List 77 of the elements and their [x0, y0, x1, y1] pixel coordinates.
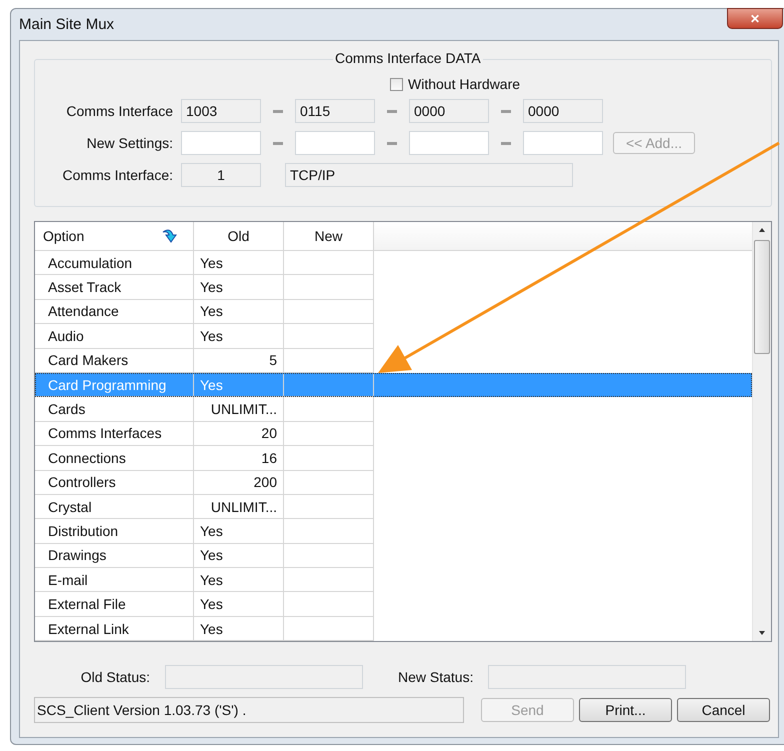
readonly-field: 0000 — [409, 99, 489, 123]
table-row[interactable]: External Link Yes — [35, 616, 752, 641]
scrollbar[interactable] — [752, 222, 771, 641]
table-row[interactable]: Crystal UNLIMIT... — [35, 494, 752, 520]
table-cell: 16 — [194, 446, 284, 471]
table-row[interactable]: Attendance Yes — [35, 300, 752, 324]
table-cell: Yes — [194, 324, 284, 349]
group-title: Comms Interface DATA — [333, 50, 483, 66]
table-row[interactable]: External File Yes — [35, 592, 752, 617]
table-cell: Comms Interfaces — [35, 422, 194, 446]
input-field[interactable] — [181, 131, 261, 155]
column-header[interactable]: Old — [194, 222, 284, 251]
table-cell: Card Programming — [35, 372, 194, 398]
table-row[interactable]: Asset Track Yes — [35, 275, 752, 300]
readonly-field: TCP/IP — [285, 163, 573, 187]
table-cell: Yes — [194, 544, 284, 568]
table-cell: 200 — [194, 470, 284, 495]
column-header[interactable]: Option — [35, 222, 194, 251]
table-cell: Cards — [35, 397, 194, 422]
table-row[interactable]: Accumulation Yes — [35, 251, 752, 276]
table-cell: Controllers — [35, 470, 194, 495]
separator-icon — [501, 142, 511, 144]
table-cell: Yes — [194, 275, 284, 300]
readonly-field: 0115 — [295, 99, 375, 123]
table-cell: Drawings — [35, 544, 194, 568]
field-label: New Settings: — [86, 135, 173, 151]
separator-icon — [273, 142, 283, 144]
input-field[interactable] — [523, 131, 603, 155]
table-cell: Yes — [194, 568, 284, 592]
table-cell: 20 — [194, 422, 284, 446]
table-cell: External Link — [35, 616, 194, 641]
sort-arrow-icon — [161, 227, 179, 245]
table-cell: Attendance — [35, 300, 194, 324]
field-label: Comms Interface: — [62, 167, 173, 183]
table-cell: Yes — [194, 300, 284, 324]
window-title: Main Site Mux — [19, 16, 114, 32]
table-cell: Distribution — [35, 519, 194, 544]
table-cell: Yes — [194, 372, 284, 398]
table-row[interactable]: Cards UNLIMIT... — [35, 397, 752, 422]
separator-icon — [273, 110, 283, 112]
readonly-field: 0000 — [523, 99, 603, 123]
checkbox-label: Without Hardware — [408, 76, 520, 92]
field-label: New Status: — [398, 669, 474, 685]
dialog-button[interactable]: Print... — [579, 698, 672, 722]
table-row[interactable]: E-mail Yes — [35, 568, 752, 592]
readonly-field: 1003 — [181, 99, 261, 123]
table-cell: Crystal — [35, 494, 194, 520]
input-field[interactable] — [409, 131, 489, 155]
table-row[interactable]: Distribution Yes — [35, 519, 752, 544]
dialog-button[interactable]: Cancel — [677, 698, 770, 722]
table-cell: Yes — [194, 251, 284, 276]
table-cell: E-mail — [35, 568, 194, 592]
table-row[interactable]: Connections 16 — [35, 446, 752, 471]
table-cell: Connections — [35, 446, 194, 471]
table-cell: External File — [35, 592, 194, 617]
scroll-thumb[interactable] — [754, 240, 770, 354]
table-cell: UNLIMIT... — [194, 397, 284, 422]
table-row[interactable]: Comms Interfaces 20 — [35, 422, 752, 446]
table-row[interactable]: Drawings Yes — [35, 544, 752, 568]
separator-icon — [501, 110, 511, 112]
table-row[interactable]: Controllers 200 — [35, 470, 752, 495]
table-cell: UNLIMIT... — [194, 494, 284, 520]
table-cell: Audio — [35, 324, 194, 349]
table-cell: Yes — [194, 592, 284, 617]
table-row[interactable]: Audio Yes — [35, 324, 752, 349]
table-cell: Accumulation — [35, 251, 194, 276]
table-cell: Yes — [194, 616, 284, 641]
table-cell: Yes — [194, 519, 284, 544]
field-label: Comms Interface — [65, 103, 173, 119]
separator-icon — [387, 142, 397, 144]
input-field[interactable] — [295, 131, 375, 155]
table-cell: Asset Track — [35, 275, 194, 300]
readonly-field: 1 — [181, 163, 261, 187]
separator-icon — [387, 110, 397, 112]
field-label: Old Status: — [80, 669, 150, 685]
status-bar: SCS_Client Version 1.03.73 ('S') . — [34, 697, 464, 723]
checkbox[interactable] — [390, 78, 403, 90]
